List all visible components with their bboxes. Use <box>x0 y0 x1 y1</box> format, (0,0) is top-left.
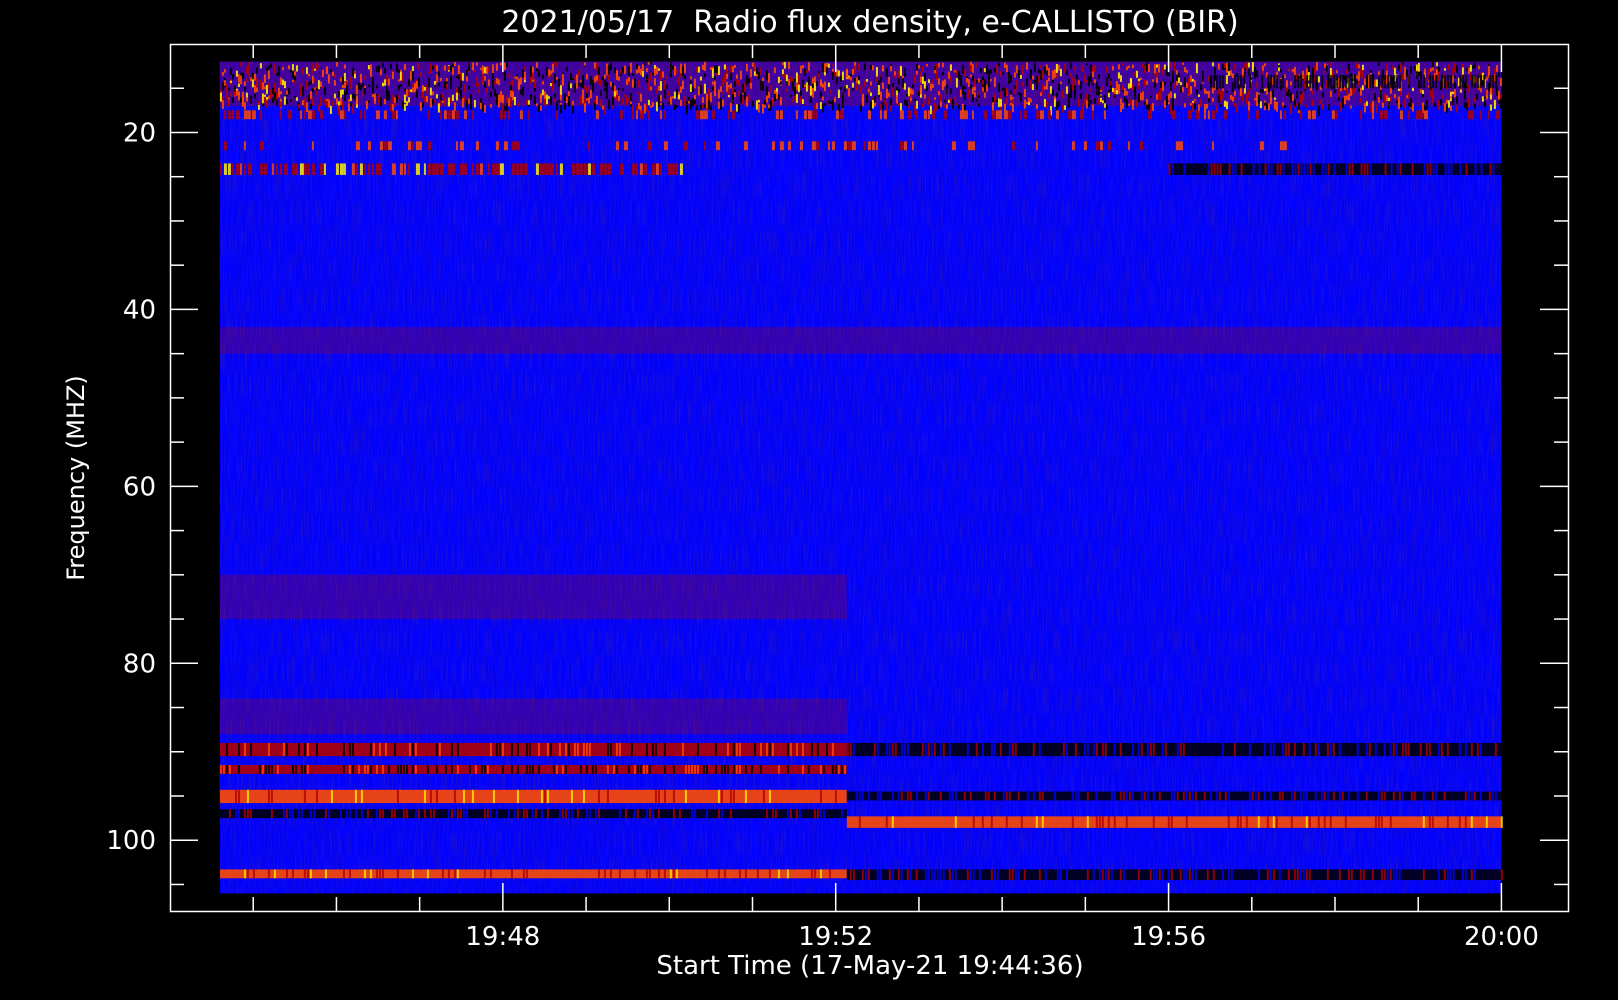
spectrogram-band <box>219 789 847 804</box>
chart-title: 2021/05/17 Radio flux density, e-CALLIST… <box>501 5 1238 40</box>
y-tick-label: 40 <box>123 295 156 325</box>
spectrogram-band <box>846 742 1502 757</box>
x-tick-label: 19:56 <box>1131 922 1206 952</box>
y-tick-label: 80 <box>123 649 156 679</box>
spectrogram-band <box>846 816 1503 828</box>
spectrogram-band <box>1168 163 1502 175</box>
x-tick-label: 20:00 <box>1464 922 1539 952</box>
y-tick-label: 60 <box>123 472 156 502</box>
spectrogram-band <box>219 327 1502 354</box>
x-tick-label: 19:48 <box>465 922 540 952</box>
x-tick-label: 19:52 <box>798 922 873 952</box>
spectrogram-band <box>219 698 847 735</box>
spectrogram-band <box>219 742 847 757</box>
spectrogram-band <box>219 765 847 774</box>
x-axis-label: Start Time (17-May-21 19:44:36) <box>656 951 1083 981</box>
spectrogram-band <box>219 869 847 879</box>
y-axis-label: Frequency (MHZ) <box>62 375 90 581</box>
y-tick-label: 100 <box>106 826 156 856</box>
spectrogram-band <box>219 574 847 620</box>
plot-area <box>219 61 1503 894</box>
y-tick-label: 20 <box>123 118 156 148</box>
spectrogram-band <box>219 809 847 819</box>
spectrogram-band <box>846 791 1502 801</box>
spectrogram-band <box>846 869 1503 881</box>
spectrogram-chart: 2021/05/17 Radio flux density, e-CALLIST… <box>62 5 1570 981</box>
